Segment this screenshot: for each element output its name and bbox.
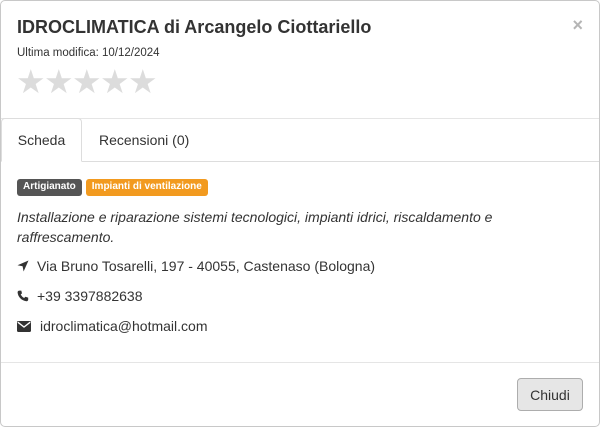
close-button[interactable]: Chiudi xyxy=(517,378,583,411)
star-2-icon[interactable]: ★ xyxy=(44,63,74,101)
modal-header: IDROCLIMATICA di Arcangelo Ciottariello … xyxy=(1,1,599,119)
location-arrow-icon xyxy=(17,260,37,272)
modal-title: IDROCLIMATICA di Arcangelo Ciottariello xyxy=(17,17,372,37)
tab-scheda[interactable]: Scheda xyxy=(1,118,82,162)
business-description: Installazione e riparazione sistemi tecn… xyxy=(17,209,493,245)
phone-icon xyxy=(17,290,37,302)
badge-impianti-ventilazione: Impianti di ventilazione xyxy=(85,179,208,196)
business-detail-modal: IDROCLIMATICA di Arcangelo Ciottariello … xyxy=(0,0,600,427)
star-5-icon[interactable]: ★ xyxy=(128,63,158,101)
category-badges: Artigianato Impianti di ventilazione xyxy=(17,179,587,196)
tab-bar: Scheda Recensioni (0) xyxy=(1,118,599,162)
star-3-icon[interactable]: ★ xyxy=(72,63,102,101)
close-icon[interactable]: × xyxy=(572,15,583,35)
tab-recensioni[interactable]: Recensioni (0) xyxy=(99,119,189,162)
phone-row: +39 3397882638 xyxy=(17,288,143,304)
star-rating[interactable]: ★ ★ ★ ★ ★ xyxy=(16,63,158,101)
badge-artigianato: Artigianato xyxy=(17,179,82,196)
star-4-icon[interactable]: ★ xyxy=(100,63,130,101)
email-text[interactable]: idroclimatica@hotmail.com xyxy=(40,318,207,334)
envelope-icon xyxy=(17,320,40,332)
star-1-icon[interactable]: ★ xyxy=(16,63,46,101)
last-modified-text: Ultima modifica: 10/12/2024 xyxy=(17,47,160,59)
address-row: Via Bruno Tosarelli, 197 - 40055, Casten… xyxy=(17,258,375,274)
address-text: Via Bruno Tosarelli, 197 - 40055, Casten… xyxy=(37,258,376,274)
email-row: idroclimatica@hotmail.com xyxy=(17,318,207,334)
tab-content-scheda: Artigianato Impianti di ventilazione Ins… xyxy=(17,179,587,334)
phone-text: +39 3397882638 xyxy=(37,288,143,304)
modal-footer: Chiudi xyxy=(1,362,599,428)
